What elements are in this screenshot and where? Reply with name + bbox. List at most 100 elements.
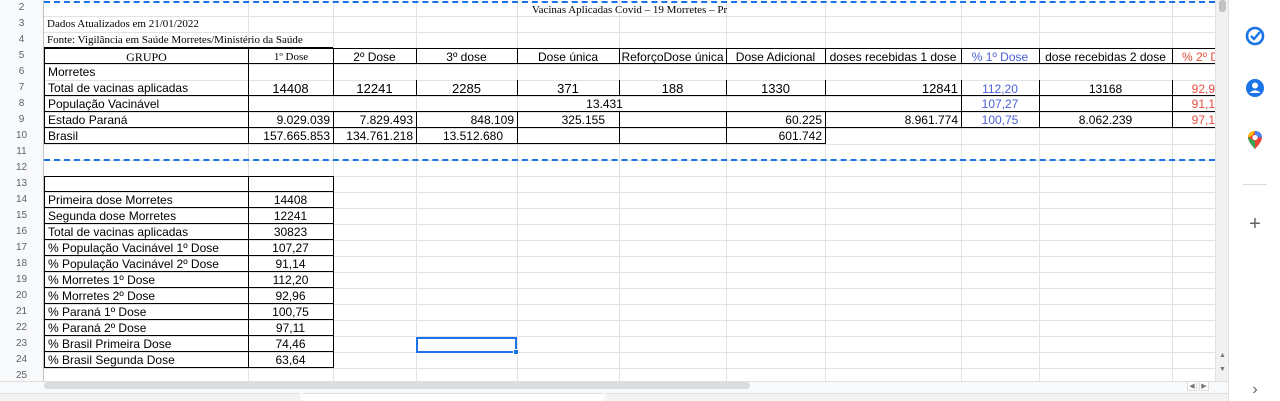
row-number[interactable]: 6 <box>0 64 44 80</box>
brasil-dose-2[interactable]: 134.761.218 <box>333 128 417 144</box>
row-number[interactable]: 19 <box>0 272 44 288</box>
cell-blank[interactable] <box>619 112 727 128</box>
summary-label[interactable]: Primeira dose Morretes <box>44 192 249 208</box>
label-populacao[interactable]: População Vacinável <box>44 96 249 112</box>
summary-value[interactable]: 97,11 <box>248 320 334 336</box>
header-dose-adicional[interactable]: Dose Adicional <box>726 48 826 64</box>
row-number[interactable]: 10 <box>0 128 44 144</box>
summary-label[interactable]: Segunda dose Morretes <box>44 208 249 224</box>
row-number[interactable]: 22 <box>0 320 44 336</box>
cell-blank[interactable] <box>619 128 727 144</box>
fill-handle[interactable] <box>513 349 519 355</box>
row-number[interactable]: 5 <box>0 48 44 64</box>
selected-cell[interactable] <box>416 337 517 353</box>
brasil-dose-adicional[interactable]: 601.742 <box>726 128 826 144</box>
row-number[interactable]: 7 <box>0 80 44 96</box>
summary-value[interactable]: 107,27 <box>248 240 334 256</box>
summary-label[interactable]: Total de vacinas aplicadas <box>44 224 249 240</box>
row-number[interactable]: 4 <box>0 32 44 48</box>
label-parana[interactable]: Estado Paraná <box>44 112 249 128</box>
spreadsheet-grid[interactable]: 2 3 4 5 6 7 8 9 10 11 12 13 14 15 16 17 … <box>0 0 1215 381</box>
summary-blank-cell[interactable] <box>248 176 334 192</box>
header-dose-unica[interactable]: Dose única <box>517 48 620 64</box>
total-reforco[interactable]: 188 <box>619 80 727 96</box>
summary-value[interactable]: 92,96 <box>248 288 334 304</box>
brasil-dose-3[interactable]: 13.512.680 <box>416 128 518 144</box>
header-reforco[interactable]: ReforçoDose única <box>619 48 727 64</box>
row-number[interactable]: 3 <box>0 16 44 32</box>
header-doses-recebidas-2[interactable]: dose recebidas 2 dose <box>1039 48 1173 64</box>
populacao-pct-1[interactable]: 107,27 <box>961 96 1040 112</box>
parana-recebidas-1[interactable]: 8.961.774 <box>825 112 962 128</box>
contacts-icon[interactable] <box>1243 76 1267 100</box>
parana-dose-2[interactable]: 7.829.493 <box>333 112 417 128</box>
parana-pct-2[interactable]: 97,1 <box>1172 112 1215 128</box>
parana-dose-1[interactable]: 9.029.039 <box>248 112 334 128</box>
total-pct-2[interactable]: 92,9 <box>1172 80 1215 96</box>
horizontal-scrollbar-thumb[interactable] <box>44 382 750 389</box>
row-number[interactable]: 24 <box>0 352 44 368</box>
populacao-pct-2[interactable]: 91,1 <box>1172 96 1215 112</box>
row-number[interactable]: 15 <box>0 208 44 224</box>
label-brasil[interactable]: Brasil <box>44 128 249 144</box>
row-number[interactable]: 13 <box>0 176 44 192</box>
row-number[interactable]: 25 <box>0 368 44 381</box>
summary-label[interactable]: % Brasil Segunda Dose <box>44 352 249 368</box>
row-number[interactable]: 12 <box>0 160 44 176</box>
row-number[interactable]: 2 <box>0 0 44 16</box>
updated-date[interactable]: Dados Atualizados em 21/01/2022 <box>44 16 444 32</box>
row-number[interactable]: 8 <box>0 96 44 112</box>
data-source[interactable]: Fonte: Vigilância em Saúde Morretes/Mini… <box>44 32 333 48</box>
summary-value[interactable]: 14408 <box>248 192 334 208</box>
row-number[interactable]: 11 <box>0 144 44 160</box>
header-dose-2[interactable]: 2º Dose <box>333 48 417 64</box>
cell-blank[interactable] <box>1039 96 1173 112</box>
header-pct-dose-1[interactable]: % 1º Dose <box>961 48 1040 64</box>
parana-recebidas-2[interactable]: 8.062.239 <box>1039 112 1173 128</box>
parana-dose-adicional[interactable]: 60.225 <box>726 112 826 128</box>
header-doses-recebidas-1[interactable]: doses recebidas 1 dose <box>825 48 962 64</box>
header-dose-3[interactable]: 3º dose <box>416 48 518 64</box>
populacao-value[interactable]: 13.431 <box>248 96 962 112</box>
summary-value[interactable]: 12241 <box>248 208 334 224</box>
summary-label[interactable]: % Brasil Primeira Dose <box>44 336 249 352</box>
row-number[interactable]: 21 <box>0 304 44 320</box>
sheet-tab-active[interactable] <box>303 393 603 401</box>
header-grupo[interactable]: GRUPO <box>44 48 249 64</box>
row-number[interactable]: 23 <box>0 336 44 352</box>
vertical-scrollbar[interactable]: ▲ ▼ <box>1215 0 1228 381</box>
tasks-icon[interactable] <box>1243 24 1267 48</box>
row-number[interactable]: 9 <box>0 112 44 128</box>
total-dose-1[interactable]: 14408 <box>248 80 334 96</box>
summary-label[interactable]: % Paraná 2º Dose <box>44 320 249 336</box>
row-number[interactable]: 14 <box>0 192 44 208</box>
total-dose-adicional[interactable]: 1330 <box>726 80 826 96</box>
maps-icon[interactable] <box>1243 128 1267 152</box>
label-morretes[interactable]: Morretes <box>44 64 249 80</box>
summary-value[interactable]: 30823 <box>248 224 334 240</box>
summary-value[interactable]: 112,20 <box>248 272 334 288</box>
row-number[interactable]: 16 <box>0 224 44 240</box>
vertical-scrollbar-thumb[interactable] <box>1219 0 1226 12</box>
summary-label[interactable]: % Paraná 1º Dose <box>44 304 249 320</box>
brasil-dose-1[interactable]: 157.665.853 <box>248 128 334 144</box>
total-dose-2[interactable]: 12241 <box>333 80 417 96</box>
header-pct-dose-2[interactable]: % 2º D <box>1172 48 1215 64</box>
parana-pct-1[interactable]: 100,75 <box>961 112 1040 128</box>
add-addon-icon[interactable]: + <box>1243 212 1267 236</box>
summary-label[interactable]: % População Vacinável 1º Dose <box>44 240 249 256</box>
summary-value[interactable]: 74,46 <box>248 336 334 352</box>
total-dose-unica[interactable]: 371 <box>517 80 620 96</box>
summary-value[interactable]: 91,14 <box>248 256 334 272</box>
summary-label[interactable]: % Morretes 2º Dose <box>44 288 249 304</box>
summary-value[interactable]: 100,75 <box>248 304 334 320</box>
scroll-right-arrow[interactable]: ▶ <box>1199 381 1209 391</box>
scroll-left-arrow[interactable]: ◀ <box>1187 381 1197 391</box>
row-number[interactable]: 18 <box>0 256 44 272</box>
total-recebidas-2[interactable]: 13168 <box>1039 80 1173 96</box>
parana-dose-unica[interactable]: 325.155 <box>517 112 620 128</box>
summary-label[interactable]: % Morretes 1º Dose <box>44 272 249 288</box>
total-pct-1[interactable]: 112,20 <box>961 80 1040 96</box>
total-recebidas-1[interactable]: 12841 <box>825 80 962 96</box>
summary-label[interactable]: % População Vacinável 2º Dose <box>44 256 249 272</box>
